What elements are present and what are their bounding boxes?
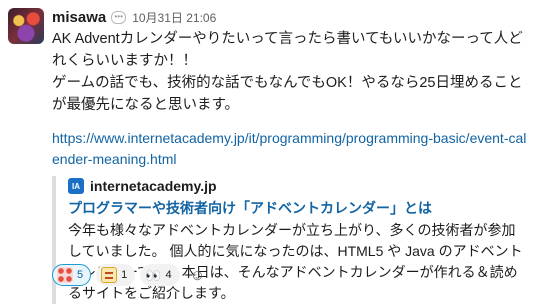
avatar[interactable] [8, 8, 44, 44]
unfurl-description: 今年も様々なアドベントカレンダーが立ち上がり、多くの技術者が参加していました。 … [68, 222, 523, 301]
reaction-count: 1 [121, 269, 128, 281]
speech-bubble-icon: ••• [111, 10, 127, 24]
sender-name[interactable]: misawa [52, 9, 106, 26]
reaction-eyes[interactable]: 👀 4 [140, 264, 180, 286]
timestamp[interactable]: 10月31日 21:06 [132, 9, 216, 26]
reaction-count: 5 [77, 269, 84, 281]
unfurl-header: IA internetacademy.jp [68, 176, 523, 196]
reactions-bar: 5 1 👀 4 ☺ [52, 264, 211, 286]
message: misawa ••• 10月31日 21:06 AK Adventカレンダーやり… [0, 0, 542, 304]
message-content: misawa ••• 10月31日 21:06 AK Adventカレンダーやり… [52, 6, 532, 304]
reaction-count: 4 [165, 269, 172, 281]
message-link[interactable]: https://www.internetacademy.jp/it/progra… [52, 128, 532, 170]
unfurl-title[interactable]: プログラマーや技術者向け「アドベントカレンダー」とは [68, 198, 523, 218]
body-line-1: AK Adventカレンダーやりたいって言ったら書いてもいいかなーって人どれくら… [52, 31, 523, 69]
body-line-2: ゲームの話でも、技術的な話でもなんでもOK！やるなら25日埋めることが最優先にな… [52, 75, 523, 113]
reaction-dots[interactable]: 5 [52, 264, 92, 286]
site-icon: IA [68, 178, 84, 194]
reaction-badge[interactable]: 1 [96, 264, 136, 286]
message-body: AK Adventカレンダーやりたいって言ったら書いてもいいかなーって人どれくら… [52, 28, 532, 116]
site-name: internetacademy.jp [90, 178, 217, 194]
badge-emoji-icon [101, 267, 118, 283]
add-reaction-icon[interactable]: ☺ [185, 264, 211, 286]
eyes-emoji-icon: 👀 [145, 267, 162, 283]
dots-emoji-icon [57, 267, 73, 283]
message-header: misawa ••• 10月31日 21:06 [52, 6, 532, 28]
